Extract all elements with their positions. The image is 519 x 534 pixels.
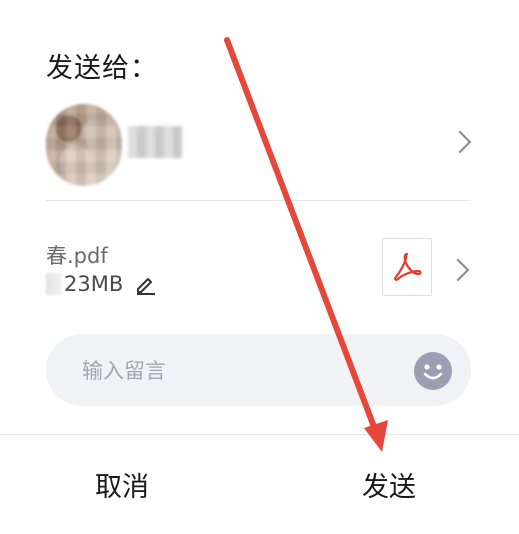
cancel-button[interactable]: 取消	[95, 465, 149, 504]
pdf-icon	[382, 238, 432, 296]
message-input[interactable]	[80, 334, 404, 408]
file-size-redacted	[46, 273, 62, 295]
chevron-right-icon	[448, 130, 472, 154]
pencil-icon[interactable]	[135, 273, 157, 295]
divider	[46, 200, 471, 201]
file-size-row: 23MB	[46, 272, 157, 296]
recipient-name-redacted	[128, 126, 182, 158]
file-size: 23MB	[64, 272, 124, 296]
file-row[interactable]: 春.pdf 23MB	[0, 226, 519, 316]
avatar	[46, 104, 122, 186]
message-box	[46, 334, 471, 408]
recipient-row[interactable]	[0, 96, 519, 198]
footer-divider	[0, 434, 519, 435]
send-button[interactable]: 发送	[362, 465, 416, 504]
smiley-icon[interactable]	[414, 352, 452, 390]
dialog-title: 发送给：	[46, 53, 158, 84]
file-name: 春.pdf	[46, 244, 108, 268]
chevron-right-icon	[446, 258, 470, 282]
